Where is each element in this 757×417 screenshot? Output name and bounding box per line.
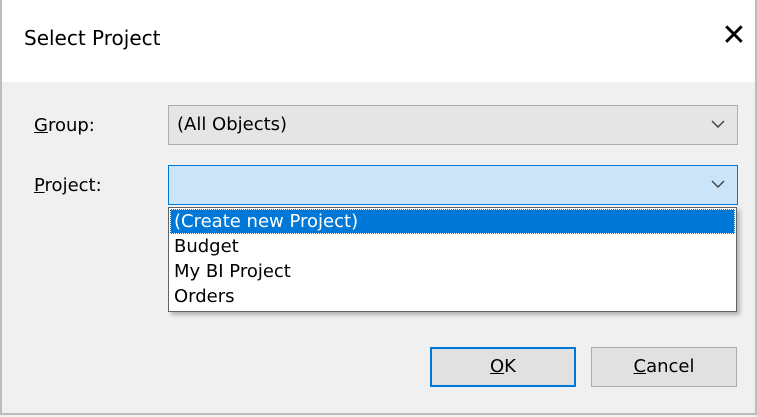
cancel-button[interactable]: Cancel — [591, 347, 737, 387]
chevron-down-icon[interactable] — [711, 179, 725, 189]
ok-button-label: K — [504, 356, 516, 377]
project-label-accelerator: P — [34, 175, 45, 196]
list-item[interactable]: (Create new Project) — [170, 209, 735, 234]
ok-button-accelerator: O — [490, 356, 505, 377]
group-label-text: roup: — [47, 115, 95, 136]
group-combobox[interactable]: (All Objects) — [168, 105, 738, 145]
group-label-accelerator: G — [34, 115, 48, 136]
list-item[interactable]: Budget — [170, 234, 735, 259]
close-icon[interactable]: ✕ — [716, 18, 752, 54]
project-label-text: roject: — [44, 175, 102, 196]
select-project-dialog: Select Project ✕ Group: (All Objects) Pr… — [0, 0, 757, 415]
ok-button[interactable]: OK — [430, 347, 576, 387]
project-label: Project: — [34, 175, 102, 196]
project-dropdown-list[interactable]: (Create new Project) Budget My BI Projec… — [168, 207, 737, 312]
group-combobox-value: (All Objects) — [177, 114, 288, 135]
cancel-button-accelerator: C — [633, 356, 647, 377]
group-label: Group: — [34, 115, 95, 136]
title-bar: Select Project ✕ — [2, 0, 755, 82]
dialog-title: Select Project — [24, 26, 161, 50]
cancel-button-label: ancel — [646, 356, 695, 377]
list-item[interactable]: Orders — [170, 284, 735, 309]
list-item[interactable]: My BI Project — [170, 259, 735, 284]
project-combobox[interactable] — [168, 165, 738, 205]
chevron-down-icon[interactable] — [711, 119, 725, 129]
